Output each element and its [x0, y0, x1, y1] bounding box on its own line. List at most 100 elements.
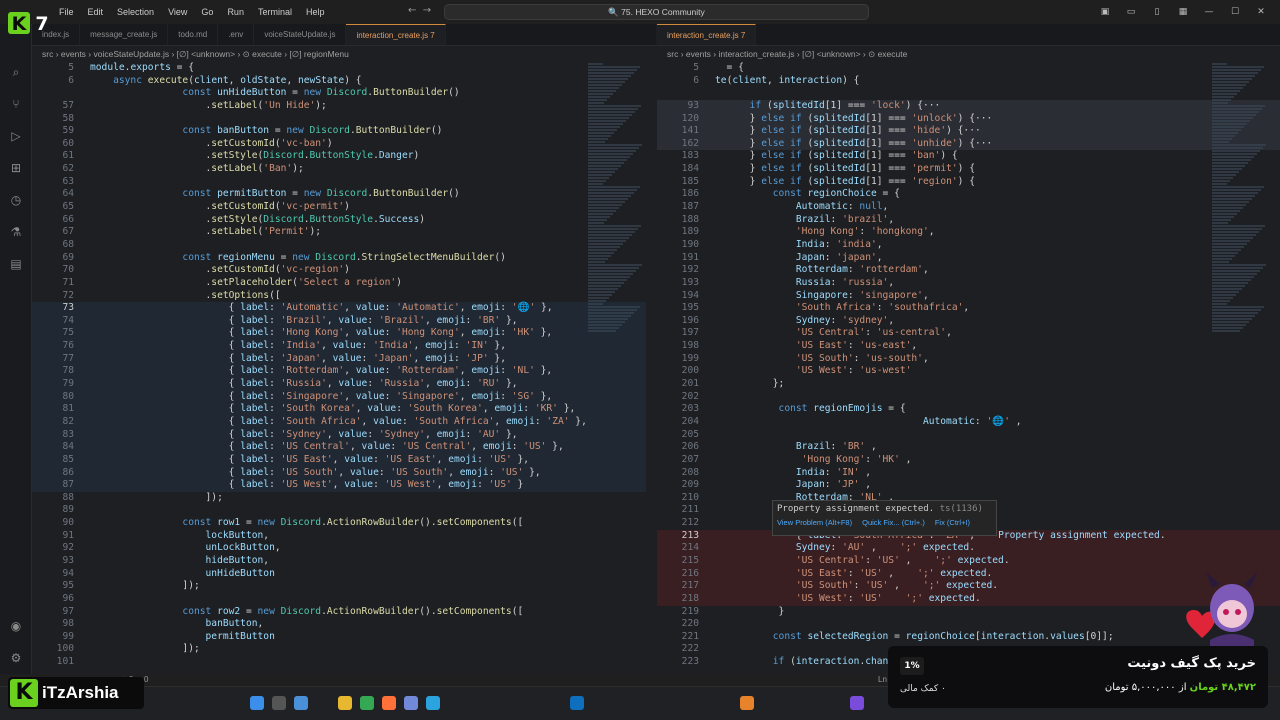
menu-item[interactable]: Go [194, 7, 220, 17]
code-line[interactable]: 191 Japan: 'japan', [657, 252, 1280, 265]
code-line[interactable]: 96 [32, 593, 656, 606]
code-line[interactable]: 91 lockButton, [32, 530, 656, 543]
code-line[interactable]: 5 module.exports = { [32, 62, 656, 75]
code-line[interactable]: 100 ]); [32, 643, 656, 656]
code-line[interactable]: 201 }; [657, 378, 1280, 391]
code-line[interactable]: 203 const regionEmojis = { [657, 403, 1280, 416]
code-line[interactable]: 78 { label: 'Rotterdam', value: 'Rotterd… [32, 365, 656, 379]
code-line[interactable]: 97 const row2 = new Discord.ActionRowBui… [32, 606, 656, 619]
code-line[interactable]: 6 te(client, interaction) { [657, 75, 1280, 88]
app-icon[interactable] [740, 696, 754, 710]
code-line[interactable]: 76 { label: 'India', value: 'India', emo… [32, 340, 656, 353]
code-line[interactable]: 73 { label: 'Automatic', value: 'Automat… [32, 302, 656, 315]
code-line[interactable]: 193 Russia: 'russia', [657, 277, 1280, 290]
command-center[interactable]: 🔍 75. HEXO Community [444, 4, 869, 20]
code-line[interactable]: 57 .setLabel('Un Hide'); [32, 100, 656, 113]
code-line[interactable]: 188 Brazil: 'brazil', [657, 214, 1280, 227]
account-icon[interactable]: ◉ [8, 618, 24, 634]
telegram-icon[interactable] [426, 696, 440, 710]
code-line[interactable]: 58 [32, 113, 656, 126]
hover-action-link[interactable]: Fix (Ctrl+I) [935, 518, 970, 527]
code-line[interactable]: 60 .setCustomId('vc-ban') [32, 138, 656, 151]
code-line[interactable]: 208 India: 'IN' , [657, 467, 1280, 480]
menu-item[interactable]: Edit [81, 7, 111, 17]
code-line[interactable]: 214 Sydney: 'AU' , ';' expected. [657, 542, 1280, 555]
code-line[interactable]: 77 { label: 'Japan', value: 'Japan', emo… [32, 352, 656, 366]
code-line[interactable]: 81 { label: 'South Korea', value: 'South… [32, 403, 656, 416]
code-line[interactable]: 93 if (splitedId[1] === 'lock') {··· [657, 99, 1280, 113]
code-line[interactable]: 84 { label: 'US Central', value: 'US Cen… [32, 441, 656, 454]
code-line[interactable]: 74 { label: 'Brazil', value: 'Brazil', e… [32, 314, 656, 328]
code-line[interactable]: 87 { label: 'US West', value: 'US West',… [32, 479, 656, 492]
code-line[interactable]: 196 Sydney: 'sydney', [657, 315, 1280, 328]
breadcrumb[interactable]: src › events › voiceStateUpdate.js › [∅]… [32, 46, 656, 62]
menu-item[interactable]: Terminal [251, 7, 299, 17]
layout-icon-2[interactable]: ▭ [1122, 7, 1140, 17]
firefox-icon[interactable] [382, 696, 396, 710]
code-line[interactable]: 6 async execute(client, oldState, newSta… [32, 75, 656, 88]
code-line[interactable]: 79 { label: 'Russia', value: 'Russia', e… [32, 378, 656, 391]
code-line[interactable]: 207 'Hong Kong': 'HK' , [657, 454, 1280, 467]
code-line[interactable]: 199 'US South': 'us-south', [657, 353, 1280, 366]
code-line[interactable]: 204 Automatic: '🌐' , [657, 416, 1280, 429]
start-icon[interactable] [250, 696, 264, 710]
search-icon[interactable]: ⌕ [8, 64, 24, 80]
settings-gear-icon[interactable]: ⚙ [8, 650, 24, 666]
code-line[interactable]: 187 Automatic: null, [657, 201, 1280, 214]
minimap-left[interactable] [588, 62, 644, 686]
code-line[interactable]: 94 unHideButton [32, 568, 656, 581]
discord-icon[interactable] [404, 696, 418, 710]
code-line[interactable]: 209 Japan: 'JP' , [657, 479, 1280, 492]
scrollbar-left[interactable] [646, 62, 656, 686]
code-line[interactable]: 5 = { [657, 62, 1280, 75]
code-line[interactable]: 64 const permitButton = new Discord.Butt… [32, 188, 656, 201]
cursor-position[interactable]: Ln [878, 675, 887, 684]
testing-icon[interactable]: ⚗ [8, 224, 24, 240]
menu-item[interactable]: File [52, 7, 81, 17]
code-line[interactable] [657, 87, 1280, 100]
breadcrumb-right[interactable]: src › events › interaction_create.js › [… [657, 46, 1280, 62]
code-line[interactable]: 202 [657, 391, 1280, 404]
maximize-icon[interactable]: ☐ [1226, 7, 1244, 17]
code-line[interactable]: 82 { label: 'South Africa', value: 'Sout… [32, 415, 656, 429]
code-line[interactable]: 190 India: 'india', [657, 239, 1280, 252]
env-icon[interactable]: ▤ [8, 256, 24, 272]
code-editor-left[interactable]: 5 module.exports = {6 async execute(clien… [32, 62, 656, 686]
hover-action-link[interactable]: View Problem (Alt+F8) [777, 518, 852, 527]
code-line[interactable]: 83 { label: 'Sydney', value: 'Sydney', e… [32, 428, 656, 442]
code-line[interactable]: 99 permitButton [32, 631, 656, 644]
code-line[interactable]: 63 [32, 176, 656, 189]
code-line[interactable]: 98 banButton, [32, 618, 656, 631]
code-line[interactable]: 189 'Hong Kong': 'hongkong', [657, 226, 1280, 239]
code-line[interactable]: 194 Singapore: 'singapore', [657, 290, 1280, 303]
code-line[interactable]: 68 [32, 239, 656, 252]
code-line[interactable]: 101 [32, 656, 656, 669]
code-line[interactable]: 66 .setStyle(Discord.ButtonStyle.Success… [32, 214, 656, 227]
code-line[interactable]: 200 'US West': 'us-west' [657, 365, 1280, 378]
layout-icon-4[interactable]: ▦ [1174, 7, 1192, 17]
menu-item[interactable]: View [161, 7, 194, 17]
code-line[interactable]: 75 { label: 'Hong Kong', value: 'Hong Ko… [32, 327, 656, 341]
vscode-icon[interactable] [570, 696, 584, 710]
code-line[interactable]: 198 'US East': 'us-east', [657, 340, 1280, 353]
task-view-icon[interactable] [294, 696, 308, 710]
menu-item[interactable]: Help [299, 7, 332, 17]
editor-tab[interactable]: message_create.js [80, 24, 169, 45]
code-line[interactable]: 61 .setStyle(Discord.ButtonStyle.Danger) [32, 150, 656, 163]
search-icon-taskbar[interactable] [272, 696, 286, 710]
obs-icon[interactable] [850, 696, 864, 710]
code-line[interactable]: 186 const regionChoice = { [657, 188, 1280, 201]
code-line[interactable]: 86 { label: 'US South', value: 'US South… [32, 466, 656, 480]
code-line[interactable]: 92 unLockButton, [32, 542, 656, 555]
chrome-icon[interactable] [360, 696, 374, 710]
code-line[interactable]: 185 } else if (splitedId[1] === 'region'… [657, 176, 1280, 189]
code-line[interactable]: 65 .setCustomId('vc-permit') [32, 201, 656, 214]
code-line[interactable]: 120 } else if (splitedId[1] === 'unlock'… [657, 112, 1280, 126]
code-line[interactable]: 184 } else if (splitedId[1] === 'permit'… [657, 163, 1280, 176]
code-line[interactable]: 72 .setOptions([ [32, 290, 656, 303]
code-line[interactable]: const unHideButton = new Discord.ButtonB… [32, 87, 656, 100]
code-line[interactable]: 59 const banButton = new Discord.ButtonB… [32, 125, 656, 138]
minimize-icon[interactable]: — [1200, 7, 1218, 17]
menu-item[interactable]: Selection [110, 7, 161, 17]
code-line[interactable]: 95 ]); [32, 580, 656, 593]
